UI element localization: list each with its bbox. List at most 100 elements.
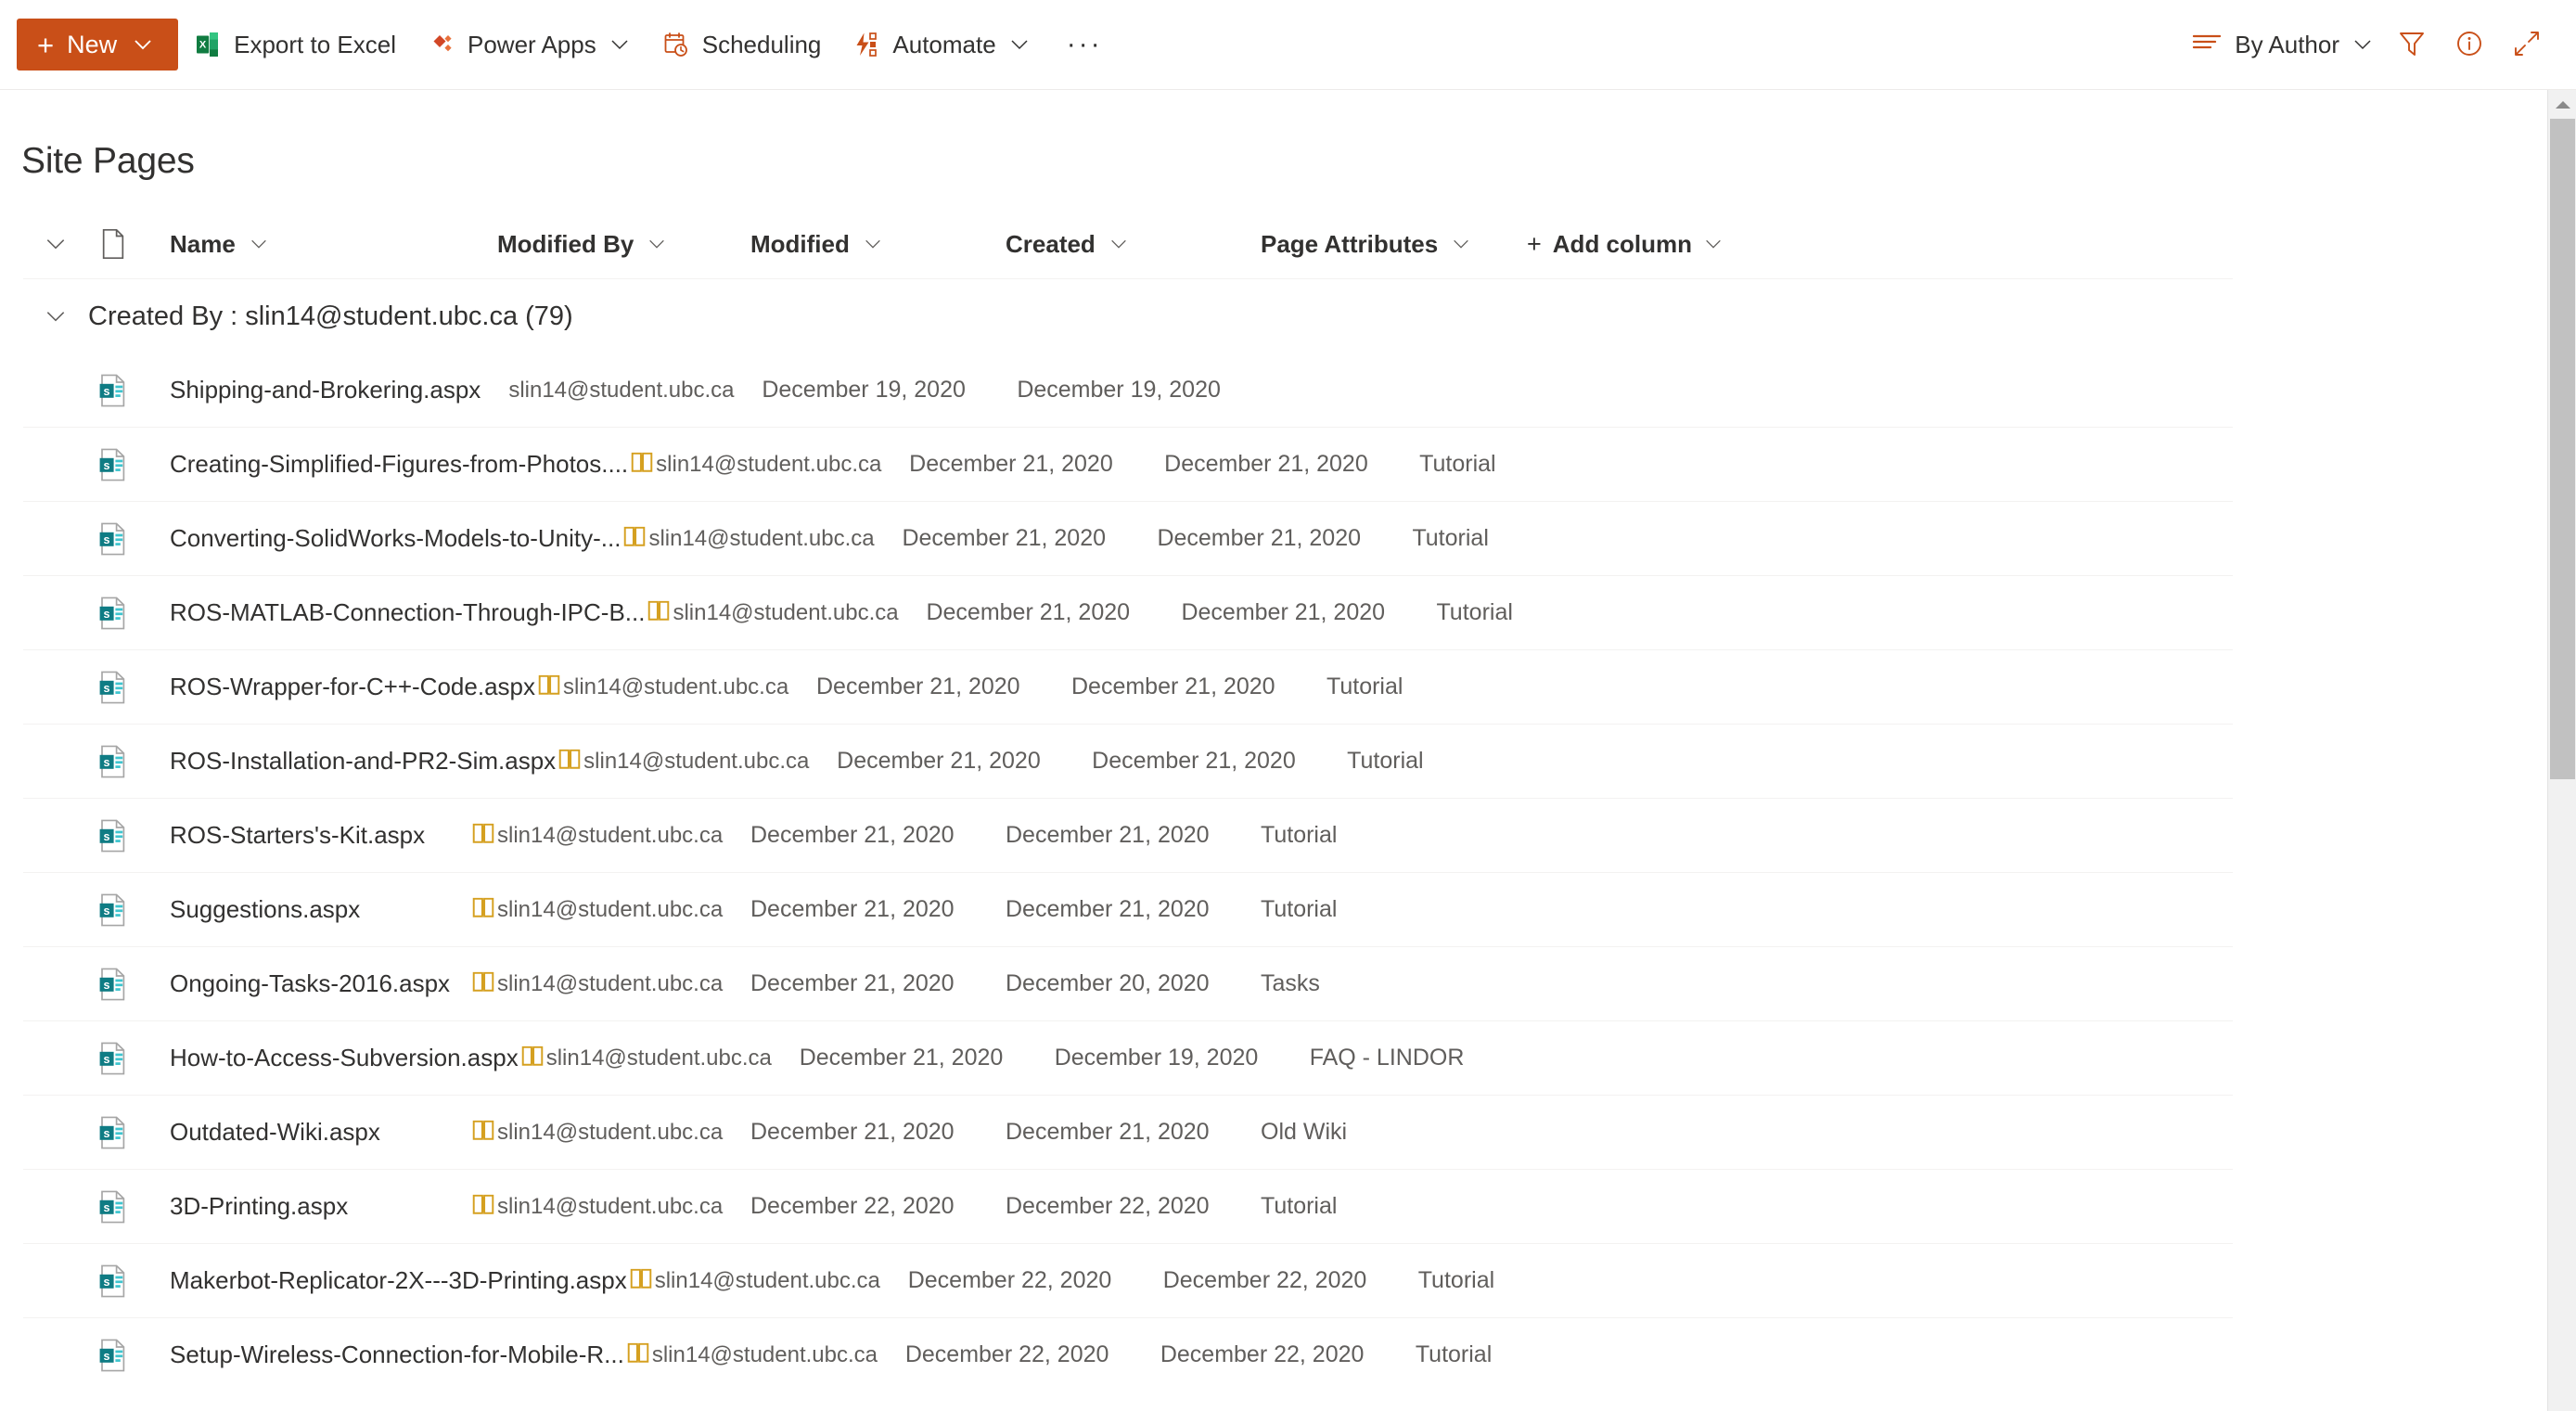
table-row[interactable]: s Outdated-Wiki.aspx slin14@student.ubc.… <box>0 1096 2547 1169</box>
file-name-link[interactable]: Shipping-and-Brokering.aspx <box>170 376 481 404</box>
filter-icon <box>2396 28 2428 62</box>
sharepoint-page-icon: s <box>88 745 137 778</box>
table-row[interactable]: s ROS-MATLAB-Connection-Through-IPC-B...… <box>0 576 2547 649</box>
svg-text:s: s <box>103 1200 109 1213</box>
file-name-link[interactable]: Makerbot-Replicator-2X---3D-Printing.asp… <box>170 1266 627 1295</box>
file-name-link[interactable]: ROS-Starters's-Kit.aspx <box>170 821 425 850</box>
file-name-cell[interactable]: Converting-SolidWorks-Models-to-Unity-..… <box>170 524 621 553</box>
file-name-cell[interactable]: Makerbot-Replicator-2X---3D-Printing.asp… <box>170 1266 627 1295</box>
file-name-link[interactable]: Suggestions.aspx <box>170 895 360 924</box>
file-name-link[interactable]: ROS-Wrapper-for-C++-Code.aspx <box>170 673 535 701</box>
power-apps-button[interactable]: Power Apps <box>412 19 647 71</box>
book-icon <box>647 598 671 627</box>
file-name-cell[interactable]: ROS-Wrapper-for-C++-Code.aspx <box>170 673 535 701</box>
scheduling-button[interactable]: Scheduling <box>647 19 838 71</box>
modified-by-value: slin14@student.ubc.ca <box>648 525 875 551</box>
modified-column-header[interactable]: Modified <box>750 230 1006 259</box>
table-row[interactable]: s ROS-Starters's-Kit.aspx slin14@student… <box>0 799 2547 872</box>
file-name-link[interactable]: Ongoing-Tasks-2016.aspx <box>170 969 450 998</box>
svg-text:s: s <box>103 755 109 768</box>
command-bar-left-group: + New X Export to Excel Power Apps Sched… <box>0 19 1123 71</box>
table-row[interactable]: s Ongoing-Tasks-2016.aspx slin14@student… <box>0 947 2547 1020</box>
table-row[interactable]: s How-to-Access-Subversion.aspx slin14@s… <box>0 1021 2547 1095</box>
file-name-link[interactable]: Creating-Simplified-Figures-from-Photos.… <box>170 450 628 479</box>
new-button[interactable]: + New <box>17 19 179 71</box>
expand-icon <box>2511 28 2543 62</box>
more-options-button[interactable]: ··· <box>1046 31 1123 58</box>
file-name-link[interactable]: 3D-Printing.aspx <box>170 1192 348 1221</box>
file-name-link[interactable]: ROS-Installation-and-PR2-Sim.aspx <box>170 747 556 776</box>
chevron-down-icon <box>1703 234 1724 254</box>
table-row[interactable]: s ROS-Wrapper-for-C++-Code.aspx slin14@s… <box>0 650 2547 724</box>
page-attributes-column-header[interactable]: Page Attributes <box>1261 230 1527 259</box>
modified-by-column-header[interactable]: Modified By <box>497 230 750 259</box>
file-name-cell[interactable]: How-to-Access-Subversion.aspx <box>170 1044 519 1072</box>
file-name-cell[interactable]: Suggestions.aspx <box>170 895 469 924</box>
rows-container: s Shipping-and-Brokering.aspx slin14@stud… <box>0 353 2547 1392</box>
created-cell: December 22, 2020 <box>1160 1341 1416 1368</box>
file-name-link[interactable]: Outdated-Wiki.aspx <box>170 1118 380 1147</box>
file-name-link[interactable]: Converting-SolidWorks-Models-to-Unity-..… <box>170 524 621 553</box>
group-header-row[interactable]: Created By : slin14@student.ubc.ca (79) <box>0 279 2547 353</box>
modified-by-cell: slin14@student.ubc.ca <box>508 378 762 404</box>
scroll-up-button[interactable] <box>2548 90 2576 119</box>
name-column-header[interactable]: Name <box>170 230 469 259</box>
created-value: December 19, 2020 <box>1054 1045 1259 1071</box>
sharepoint-page-icon: s <box>88 1116 137 1149</box>
modified-cell: December 22, 2020 <box>905 1341 1160 1368</box>
file-name-link[interactable]: Setup-Wireless-Connection-for-Mobile-R..… <box>170 1340 624 1369</box>
table-row[interactable]: s Setup-Wireless-Connection-for-Mobile-R… <box>0 1318 2547 1392</box>
table-row[interactable]: s Suggestions.aspx slin14@student.ubc.ca… <box>0 873 2547 946</box>
created-value: December 21, 2020 <box>1006 822 1210 848</box>
file-name-cell[interactable]: ROS-MATLAB-Connection-Through-IPC-B... <box>170 598 645 627</box>
modified-cell: December 21, 2020 <box>800 1045 1055 1071</box>
svg-text:X: X <box>199 40 207 51</box>
file-name-cell[interactable]: 3D-Printing.aspx <box>170 1192 469 1221</box>
page-attributes-value: Tasks <box>1261 970 1320 996</box>
expand-all-toggle[interactable] <box>23 232 88 256</box>
table-row[interactable]: s ROS-Installation-and-PR2-Sim.aspx slin… <box>0 725 2547 798</box>
created-cell: December 21, 2020 <box>1157 525 1412 552</box>
book-icon <box>629 1266 653 1295</box>
add-column-header[interactable]: + Add column <box>1527 230 1768 259</box>
scrollbar-thumb[interactable] <box>2550 119 2575 779</box>
page-attributes-value: Tutorial <box>1436 599 1513 625</box>
page-badge-cell <box>628 450 656 479</box>
file-name-cell[interactable]: Outdated-Wiki.aspx <box>170 1118 469 1147</box>
page-badge-cell <box>624 1340 652 1369</box>
automate-button[interactable]: Automate <box>837 19 1045 71</box>
page-badge-cell <box>556 747 583 776</box>
table-row[interactable]: s Shipping-and-Brokering.aspx slin14@stud… <box>0 353 2547 427</box>
file-name-cell[interactable]: Setup-Wireless-Connection-for-Mobile-R..… <box>170 1340 624 1369</box>
created-value: December 21, 2020 <box>1164 451 1368 477</box>
name-column-label: Name <box>170 229 236 258</box>
table-row[interactable]: s Converting-SolidWorks-Models-to-Unity-… <box>0 502 2547 575</box>
file-name-cell[interactable]: Shipping-and-Brokering.aspx <box>170 376 481 404</box>
view-selector-button[interactable]: By Author <box>2185 19 2383 71</box>
chevron-down-icon <box>2352 33 2374 56</box>
expand-fullscreen-button[interactable] <box>2498 19 2556 71</box>
details-info-button[interactable] <box>2441 19 2498 71</box>
created-cell: December 22, 2020 <box>1163 1267 1418 1294</box>
file-name-cell[interactable]: Creating-Simplified-Figures-from-Photos.… <box>170 450 628 479</box>
table-row[interactable]: s Creating-Simplified-Figures-from-Photo… <box>0 428 2547 501</box>
modified-value: December 21, 2020 <box>750 1119 955 1145</box>
add-column-label: Add column <box>1552 229 1692 258</box>
chevron-down-icon <box>1008 33 1031 56</box>
table-row[interactable]: s 3D-Printing.aspx slin14@student.ubc.ca… <box>0 1170 2547 1243</box>
file-name-cell[interactable]: ROS-Installation-and-PR2-Sim.aspx <box>170 747 556 776</box>
table-row[interactable]: s Makerbot-Replicator-2X---3D-Printing.a… <box>0 1244 2547 1317</box>
file-type-column-header[interactable] <box>88 228 137 260</box>
export-to-excel-button[interactable]: X Export to Excel <box>178 19 412 71</box>
file-name-link[interactable]: ROS-MATLAB-Connection-Through-IPC-B... <box>170 598 645 627</box>
file-name-cell[interactable]: Ongoing-Tasks-2016.aspx <box>170 969 469 998</box>
file-name-cell[interactable]: ROS-Starters's-Kit.aspx <box>170 821 469 850</box>
file-name-link[interactable]: How-to-Access-Subversion.aspx <box>170 1044 519 1072</box>
group-collapse-toggle[interactable] <box>23 304 88 328</box>
created-value: December 20, 2020 <box>1006 970 1210 996</box>
filter-button[interactable] <box>2383 19 2441 71</box>
created-column-header[interactable]: Created <box>1006 230 1261 259</box>
page-attributes-value: Tutorial <box>1347 748 1424 774</box>
vertical-scrollbar[interactable] <box>2547 90 2576 1411</box>
svg-text:s: s <box>103 904 109 917</box>
